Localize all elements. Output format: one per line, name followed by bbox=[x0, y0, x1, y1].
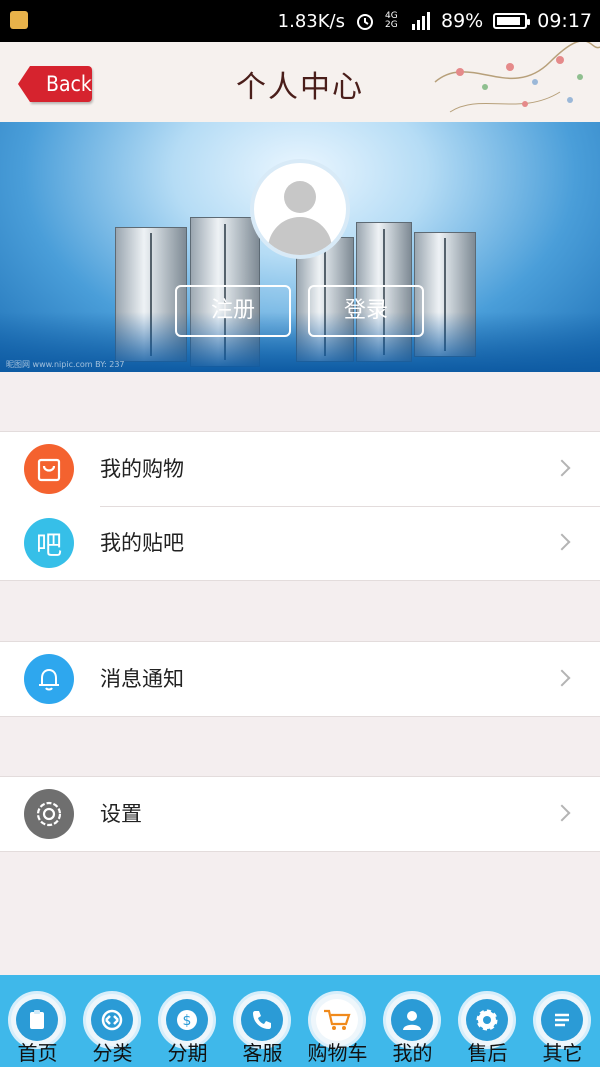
floral-decoration bbox=[434, 42, 600, 113]
nav-item-home[interactable]: 首页 bbox=[0, 985, 75, 1067]
menu-group-shopping: 我的购物 吧 我的贴吧 bbox=[0, 431, 600, 581]
login-button[interactable]: 登录 bbox=[308, 285, 424, 337]
nav-item-service[interactable]: 客服 bbox=[225, 985, 300, 1067]
user-icon bbox=[391, 999, 433, 1041]
bell-icon bbox=[24, 654, 74, 704]
avatar-body-shape bbox=[268, 217, 332, 255]
nav-item-other[interactable]: 其它 bbox=[525, 985, 600, 1067]
phone-icon bbox=[241, 999, 283, 1041]
avatar-head-shape bbox=[284, 181, 316, 213]
chevron-right-icon bbox=[553, 533, 571, 551]
nav-label: 售后 bbox=[467, 1041, 508, 1065]
nav-item-category[interactable]: 分类 bbox=[75, 985, 150, 1067]
bar-icon: 吧 bbox=[24, 518, 74, 568]
battery-fill bbox=[497, 17, 521, 25]
nav-item-mine[interactable]: 我的 bbox=[375, 985, 450, 1067]
menu-item-label: 我的购物 bbox=[100, 457, 184, 481]
nav-label: 分期 bbox=[167, 1041, 208, 1065]
menu-group-settings: 设置 bbox=[0, 776, 600, 852]
menu-item-settings[interactable]: 设置 bbox=[0, 777, 600, 851]
nav-item-installment[interactable]: $ 分期 bbox=[150, 985, 225, 1067]
profile-banner: 昵图网 www.nipic.com BY: 237 注册 登录 bbox=[0, 122, 600, 372]
cart-icon bbox=[316, 999, 358, 1041]
gear-icon bbox=[466, 999, 508, 1041]
nav-label: 客服 bbox=[242, 1041, 283, 1065]
alarm-icon bbox=[355, 11, 375, 31]
dollar-icon: $ bbox=[166, 999, 208, 1041]
list-icon bbox=[541, 999, 583, 1041]
shopping-bag-icon bbox=[24, 444, 74, 494]
clipboard-icon bbox=[16, 999, 58, 1041]
nav-label: 我的 bbox=[392, 1041, 433, 1065]
svg-text:$: $ bbox=[183, 1013, 192, 1029]
status-bar: 1.83K/s 4G 2G 89% 09:17 bbox=[0, 0, 600, 42]
menu-item-my-shopping[interactable]: 我的购物 bbox=[0, 432, 600, 506]
signal-icon bbox=[411, 12, 431, 30]
bottom-navigation: 首页 分类 $ 分期 客服 购物车 我的 售后 其它 bbox=[0, 975, 600, 1067]
nav-label: 分类 bbox=[92, 1041, 133, 1065]
nav-item-aftersales[interactable]: 售后 bbox=[450, 985, 525, 1067]
header-bar: Back 个人中心 bbox=[0, 42, 600, 122]
menu-group-notifications: 消息通知 bbox=[0, 641, 600, 717]
battery-percent: 89% bbox=[441, 10, 484, 32]
swap-icon bbox=[91, 999, 133, 1041]
chevron-right-icon bbox=[553, 669, 571, 687]
network-speed: 1.83K/s bbox=[277, 10, 345, 32]
nav-label: 首页 bbox=[17, 1041, 58, 1065]
chevron-right-icon bbox=[553, 459, 571, 477]
nav-label: 购物车 bbox=[307, 1041, 368, 1065]
battery-icon bbox=[493, 13, 531, 29]
menu-item-label: 设置 bbox=[100, 802, 142, 826]
menu-item-my-tieba[interactable]: 吧 我的贴吧 bbox=[0, 506, 600, 580]
banner-watermark: 昵图网 www.nipic.com BY: 237 bbox=[6, 360, 125, 369]
chevron-right-icon bbox=[553, 804, 571, 822]
gear-icon bbox=[24, 789, 74, 839]
network-type: 4G 2G bbox=[385, 11, 398, 30]
menu-item-label: 我的贴吧 bbox=[100, 531, 184, 555]
register-button[interactable]: 注册 bbox=[175, 285, 291, 337]
app-notification-icon bbox=[10, 11, 28, 29]
clock: 09:17 bbox=[537, 10, 592, 32]
nav-item-cart[interactable]: 购物车 bbox=[300, 985, 375, 1067]
avatar[interactable] bbox=[250, 159, 350, 259]
nav-label: 其它 bbox=[542, 1041, 583, 1065]
menu-item-label: 消息通知 bbox=[100, 667, 184, 691]
menu-item-notifications[interactable]: 消息通知 bbox=[0, 642, 600, 716]
